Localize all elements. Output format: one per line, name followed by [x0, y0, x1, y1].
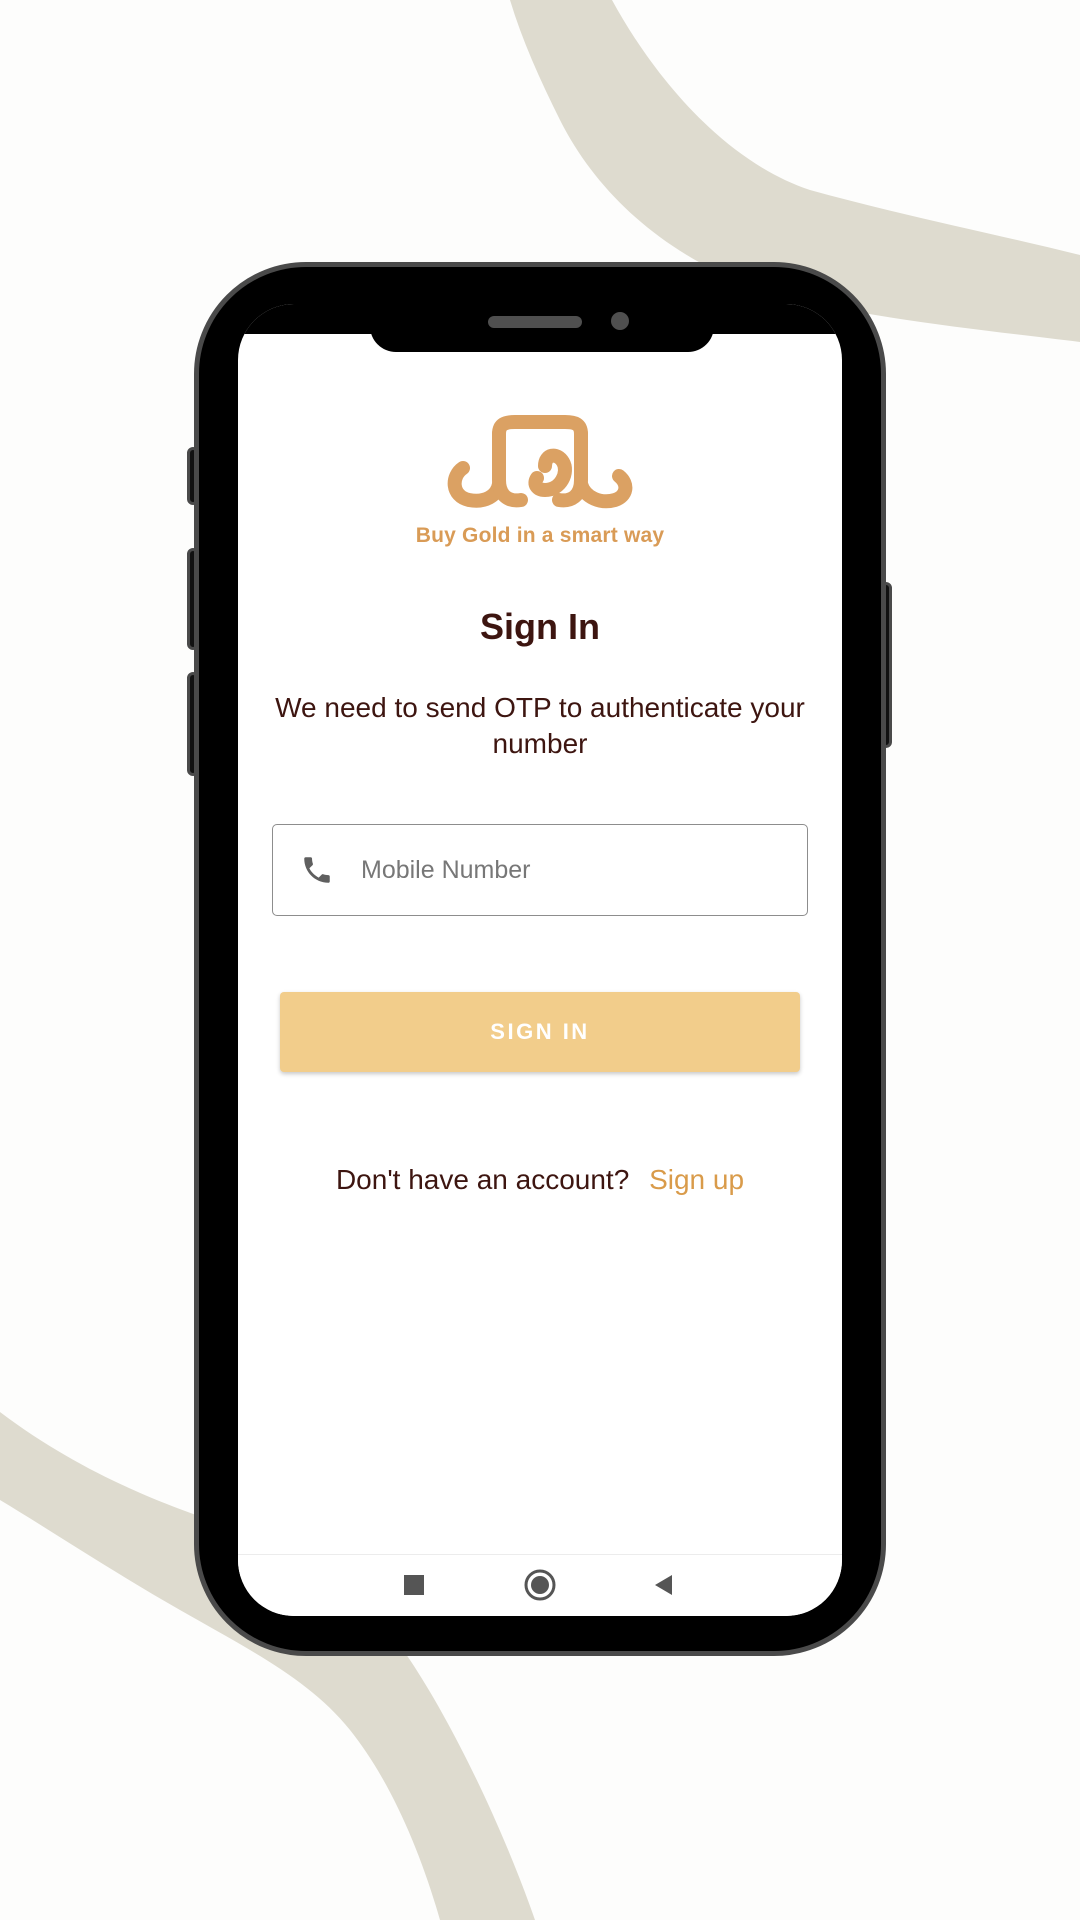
home-button[interactable]: [520, 1565, 560, 1605]
otp-instruction-text: We need to send OTP to authenticate your…: [275, 692, 805, 759]
phone-front-camera: [611, 312, 629, 330]
brand-tagline: Buy Gold in a smart way: [415, 524, 665, 547]
sign-in-button[interactable]: SIGN IN: [280, 992, 800, 1072]
circle-icon: [524, 1569, 556, 1601]
recents-button[interactable]: [394, 1565, 434, 1605]
triangle-back-icon: [655, 1575, 672, 1595]
back-button[interactable]: [644, 1565, 684, 1605]
mobile-number-input[interactable]: [359, 854, 783, 886]
square-icon: [404, 1575, 424, 1595]
no-account-text: Don't have an account?: [335, 1164, 630, 1195]
phone-icon: [293, 846, 341, 894]
gold-logo-mark: [447, 415, 633, 509]
phone-screen: Buy Gold in a smart way Sign In We need …: [238, 304, 842, 1616]
brand-logo: Buy Gold in a smart way: [238, 414, 842, 548]
stage: Buy Gold in a smart way Sign In We need …: [0, 0, 1080, 1920]
page-title: Sign In: [480, 606, 600, 647]
mobile-number-field[interactable]: [272, 824, 808, 916]
android-navigation-bar: [238, 1554, 842, 1616]
sign-up-link[interactable]: Sign up: [649, 1164, 744, 1195]
signup-prompt: Don't have an account? Sign up: [238, 1164, 842, 1196]
phone-speaker: [488, 316, 582, 328]
